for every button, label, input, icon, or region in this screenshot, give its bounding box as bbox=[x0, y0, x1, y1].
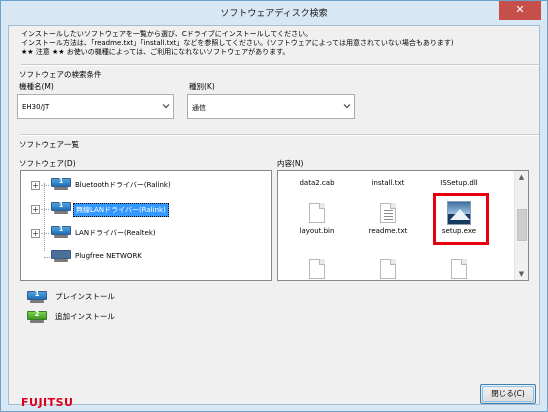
close-button[interactable]: 閉じる(C) bbox=[480, 384, 536, 404]
preinstall-monitor-icon: 1 bbox=[27, 290, 47, 303]
preinstall-monitor-icon: 1 bbox=[51, 201, 71, 214]
preinstall-monitor-icon: 1 bbox=[51, 177, 71, 190]
vertical-scrollbar[interactable]: ▲ ▼ bbox=[514, 171, 528, 280]
legend-label: 追加インストール bbox=[55, 312, 115, 321]
window-title: ソフトウェアディスク検索 bbox=[220, 9, 328, 19]
preinstall-monitor-icon: 1 bbox=[51, 225, 71, 238]
file-item-install-txt[interactable]: install.txt bbox=[353, 171, 423, 201]
expand-icon[interactable]: + bbox=[31, 229, 40, 238]
close-button-label: 閉じる(C) bbox=[491, 389, 525, 398]
file-label: layout.bin bbox=[299, 227, 335, 235]
chevron-down-icon bbox=[162, 104, 170, 109]
file-label: ISSetup.dll bbox=[440, 179, 478, 187]
text-file-icon bbox=[380, 203, 396, 223]
search-conditions-heading: ソフトウェアの検索条件 bbox=[19, 70, 102, 79]
category-select-value: 通信 bbox=[192, 104, 206, 112]
file-item-layout-bin[interactable]: layout.bin bbox=[282, 203, 352, 243]
gear-file-icon bbox=[309, 259, 325, 279]
file-label: data2.cab bbox=[299, 179, 335, 187]
scroll-down-arrow-icon[interactable]: ▼ bbox=[515, 268, 528, 280]
contents-label: 内容(N) bbox=[277, 159, 304, 168]
tree-connector bbox=[44, 183, 45, 251]
model-label: 機種名(M) bbox=[19, 82, 54, 91]
title-bar: ソフトウェアディスク検索 ✕ bbox=[1, 1, 547, 25]
tree-item-plugfree-network[interactable]: Plugfree NETWORK bbox=[21, 250, 271, 264]
chevron-down-icon bbox=[343, 104, 351, 109]
tree-item-label: Plugfree NETWORK bbox=[75, 252, 142, 260]
file-item-readme-txt[interactable]: readme.txt bbox=[353, 203, 423, 243]
window-close-button[interactable]: ✕ bbox=[499, 1, 541, 20]
software-list-heading: ソフトウェア一覧 bbox=[19, 140, 79, 149]
expand-icon[interactable]: + bbox=[31, 205, 40, 214]
legend-additional-install: 2 追加インストール bbox=[21, 310, 141, 324]
fujitsu-logo: FUJITSU bbox=[21, 396, 74, 409]
legend-preinstall: 1 プレインストール bbox=[21, 290, 141, 304]
file-label: readme.txt bbox=[368, 227, 408, 235]
monitor-icon bbox=[51, 250, 71, 262]
file-icon bbox=[380, 259, 396, 279]
model-select[interactable]: EH30/JT bbox=[17, 94, 174, 119]
software-label: ソフトウェア(D) bbox=[19, 159, 76, 168]
separator bbox=[21, 134, 539, 136]
app-window: ソフトウェアディスク検索 ✕ インストールしたいソフトウェアを一覧から選び、Cド… bbox=[0, 0, 548, 412]
scroll-thumb[interactable] bbox=[517, 209, 527, 241]
tree-item-label: LANドライバー(Realtek) bbox=[75, 229, 156, 237]
tree-item-label-selected: 無線LANドライバー(Ralink) bbox=[73, 203, 169, 217]
model-select-value: EH30/JT bbox=[22, 103, 50, 111]
additional-install-monitor-icon: 2 bbox=[27, 310, 47, 323]
bin-file-icon bbox=[309, 203, 325, 223]
instruction-line-3: ★★ 注意 ★★ お使いの機種によっては、ご利用になれないソフトウェアがあります… bbox=[21, 48, 290, 56]
tree-item-lan-driver[interactable]: + 1 LANドライバー(Realtek) bbox=[21, 225, 271, 240]
file-icon bbox=[451, 259, 467, 279]
setup-exe-highlight-box bbox=[433, 193, 489, 245]
category-select[interactable]: 通信 bbox=[187, 94, 355, 119]
expand-icon[interactable]: + bbox=[31, 181, 40, 190]
category-label: 種別(K) bbox=[189, 82, 215, 91]
tree-item-wireless-lan-driver[interactable]: + 1 無線LANドライバー(Ralink) bbox=[21, 201, 271, 217]
software-tree[interactable]: + 1 Bluetoothドライバー(Ralink) + 1 無線LANドライバ… bbox=[20, 170, 272, 281]
contents-file-view[interactable]: data2.cab install.txt ISSetup.dll layout… bbox=[277, 170, 529, 281]
tree-item-label: Bluetoothドライバー(Ralink) bbox=[75, 181, 171, 189]
separator bbox=[21, 64, 539, 66]
scroll-up-arrow-icon[interactable]: ▲ bbox=[515, 171, 528, 183]
dialog-body: インストールしたいソフトウェアを一覧から選び、Cドライブにインストールしてくださ… bbox=[8, 25, 540, 409]
file-item-data2-cab[interactable]: data2.cab bbox=[282, 171, 352, 201]
tree-item-bluetooth-driver[interactable]: + 1 Bluetoothドライバー(Ralink) bbox=[21, 177, 271, 192]
file-label: install.txt bbox=[371, 179, 405, 187]
legend-label: プレインストール bbox=[55, 292, 115, 301]
